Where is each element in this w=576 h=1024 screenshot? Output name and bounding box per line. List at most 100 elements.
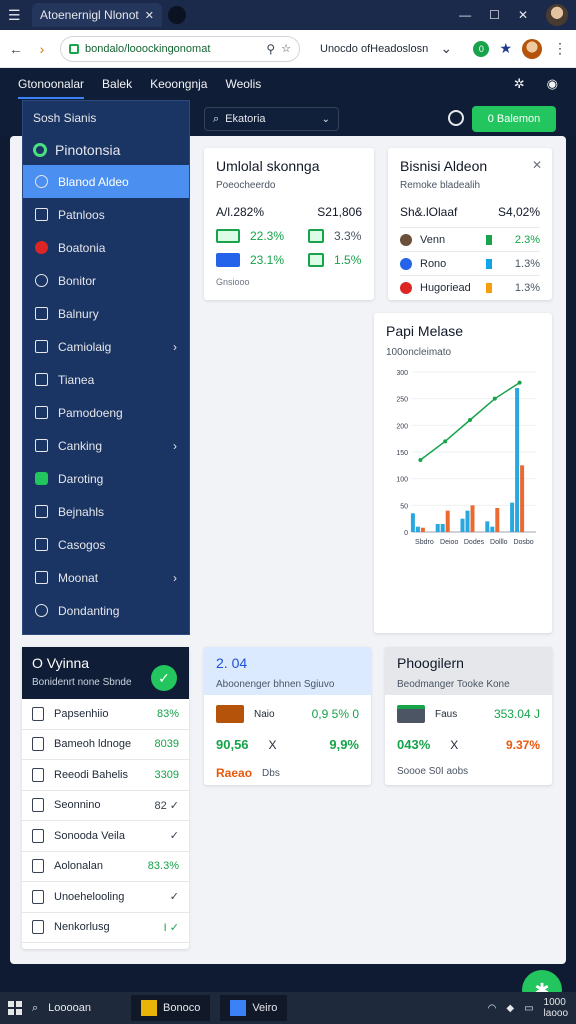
task-row[interactable]: Sonooda Veila ✓ bbox=[22, 821, 189, 852]
key-icon[interactable]: ⚲ bbox=[266, 42, 275, 56]
home-icon bbox=[35, 208, 48, 221]
sidebar-item[interactable]: Patnloos bbox=[23, 198, 189, 231]
sidebar-item[interactable]: Balnury bbox=[23, 297, 189, 330]
profile-avatar[interactable] bbox=[546, 4, 568, 26]
taskbar-search-label[interactable]: Looooan bbox=[48, 1002, 91, 1014]
sidebar-item[interactable]: Bejnahls bbox=[23, 495, 189, 528]
sidebar-item[interactable]: Camiolaig › bbox=[23, 330, 189, 363]
taskbar-app-2[interactable]: Veiro bbox=[220, 995, 288, 1021]
footer-a: Raeao bbox=[216, 766, 253, 780]
sidebar-item[interactable]: Bonitor bbox=[23, 264, 189, 297]
folder-icon bbox=[141, 1000, 157, 1016]
metric-footer: Soooe S0I aobs bbox=[397, 766, 540, 777]
bar bbox=[495, 508, 500, 532]
bar bbox=[410, 513, 415, 532]
sidebar-item[interactable]: Boatonia bbox=[23, 231, 189, 264]
sidebar-item-label: Patnloos bbox=[58, 207, 105, 222]
windows-start-icon[interactable] bbox=[8, 1001, 22, 1015]
bar-icon bbox=[308, 253, 325, 267]
item-icon bbox=[400, 257, 412, 270]
extension-icon[interactable]: ★ bbox=[499, 40, 512, 57]
metric-value: 0,9 5% 0 bbox=[311, 707, 359, 721]
clock[interactable]: 1000 laooo bbox=[544, 997, 568, 1019]
task-status: 3309 bbox=[154, 768, 179, 781]
list-row[interactable]: Hugoriead 1.3% bbox=[400, 275, 540, 299]
maximize-icon[interactable]: ☐ bbox=[489, 8, 500, 22]
primary-action-button[interactable]: 0 Balemon bbox=[472, 106, 556, 132]
sidebar-item[interactable]: Blanod Aldeo bbox=[23, 165, 189, 198]
tab-close-icon[interactable]: ✕ bbox=[145, 9, 154, 22]
chevron-icon[interactable]: ⌄ bbox=[438, 40, 454, 57]
sidebar-search[interactable]: Sosh Sianis bbox=[23, 101, 189, 135]
filter-select[interactable]: ⌕ Ekatoria ⌄ bbox=[204, 107, 339, 131]
bookmark-star-icon[interactable]: ☆ bbox=[281, 42, 291, 55]
bar-line-chart: 0 50 100 150 200 250 300 Sbdro Deioo Dodes Dolllo D… bbox=[396, 370, 536, 546]
sidebar-item-label: Moonat bbox=[58, 570, 99, 585]
bar bbox=[465, 510, 470, 532]
notification-icon[interactable]: ◉ bbox=[547, 76, 558, 92]
sidebar-item[interactable]: Tianea bbox=[23, 363, 189, 396]
card-title: Umlolal skonnga bbox=[216, 158, 320, 174]
footer-b: Dbs bbox=[262, 767, 280, 779]
check-icon[interactable]: ✓ bbox=[151, 665, 177, 691]
notification-badge[interactable]: 0 bbox=[473, 40, 490, 57]
window-close-icon[interactable]: ✕ bbox=[518, 8, 528, 22]
metric-label: Naio bbox=[254, 708, 275, 720]
card-values: A/l.282% S21,806 bbox=[216, 205, 362, 219]
bar-icon bbox=[308, 229, 325, 243]
sidebar-item[interactable]: Daroting bbox=[23, 462, 189, 495]
close-icon[interactable]: ✕ bbox=[532, 158, 542, 172]
sidebar-item[interactable]: Moonat › bbox=[23, 561, 189, 594]
card-icon bbox=[216, 253, 240, 267]
wifi-icon[interactable]: ◠ bbox=[488, 1003, 497, 1014]
right-value: S21,806 bbox=[317, 205, 362, 219]
app-icon bbox=[230, 1000, 247, 1016]
forward-icon[interactable]: › bbox=[34, 41, 50, 57]
line-point bbox=[492, 396, 497, 401]
browser-tab[interactable]: Atoenernigl Nlonot ✕ bbox=[32, 3, 162, 27]
y-tick-label: 50 bbox=[400, 503, 408, 510]
sidebar-item[interactable]: Canking › bbox=[23, 429, 189, 462]
nav-tab-2[interactable]: Balek bbox=[102, 77, 132, 91]
battery-icon[interactable]: ▭ bbox=[524, 1003, 533, 1014]
url-field[interactable]: bondalo/looockingonomat ⚲ ☆ bbox=[60, 35, 300, 62]
metric-c: 9.37% bbox=[505, 737, 540, 752]
chart-card: Papi Melase 100oncleimato 0 50 100 150 200 25… bbox=[374, 313, 552, 633]
list-row[interactable]: Rono 1.3% bbox=[400, 251, 540, 275]
minimize-icon[interactable]: — bbox=[459, 8, 471, 22]
metric-b: X bbox=[268, 737, 277, 752]
sidebar-item[interactable]: Pamodoeng bbox=[23, 396, 189, 429]
sidebar-item[interactable]: Dondanting bbox=[23, 594, 189, 627]
refresh-icon[interactable] bbox=[448, 110, 464, 126]
nav-tab-4[interactable]: Weolis bbox=[225, 77, 261, 91]
task-row[interactable]: Nenkorlusg I ✓ bbox=[22, 913, 189, 943]
line-point bbox=[418, 458, 423, 462]
item-icon bbox=[400, 233, 412, 246]
nav-tab-1[interactable]: Gtonoonalar bbox=[18, 77, 85, 99]
task-row[interactable]: Bameoh ldnoge 8039 bbox=[22, 730, 189, 760]
taskbar-app-1[interactable]: Bonoco bbox=[131, 995, 211, 1021]
volume-icon[interactable]: ◆ bbox=[506, 1003, 514, 1014]
task-row[interactable]: Reeodi Bahelis 3309 bbox=[22, 760, 189, 791]
user-avatar[interactable] bbox=[522, 38, 542, 59]
settings-icon[interactable]: ✲ bbox=[514, 76, 525, 92]
more-menu-icon[interactable]: ⋮ bbox=[552, 40, 568, 57]
search-icon[interactable]: ⌕ bbox=[32, 1002, 38, 1015]
new-tab-button[interactable] bbox=[168, 6, 186, 24]
x-tick-label: Dolllo bbox=[490, 539, 508, 546]
list-row[interactable]: Venn 2.3% bbox=[400, 227, 540, 251]
x-tick-label: Sbdro bbox=[415, 539, 434, 546]
bar bbox=[415, 526, 420, 532]
bar bbox=[440, 524, 445, 532]
back-icon[interactable]: ← bbox=[8, 41, 24, 57]
task-row[interactable]: Unoehelooling ✓ bbox=[22, 882, 189, 913]
sidebar-item-label: Dondanting bbox=[58, 603, 120, 618]
url-text: bondalo/looockingonomat bbox=[85, 42, 211, 55]
nav-tab-3[interactable]: Keoongnja bbox=[150, 77, 207, 91]
chevron-right-icon: › bbox=[173, 570, 177, 585]
task-row[interactable]: Papsenhiio 83% bbox=[22, 699, 189, 730]
task-row[interactable]: Aolonalan 83.3% bbox=[22, 852, 189, 882]
sidebar-item[interactable]: Casogos bbox=[23, 528, 189, 561]
task-row[interactable]: Seonnino 82 ✓ bbox=[22, 791, 189, 821]
hamburger-menu-icon[interactable]: ☰ bbox=[8, 7, 26, 24]
